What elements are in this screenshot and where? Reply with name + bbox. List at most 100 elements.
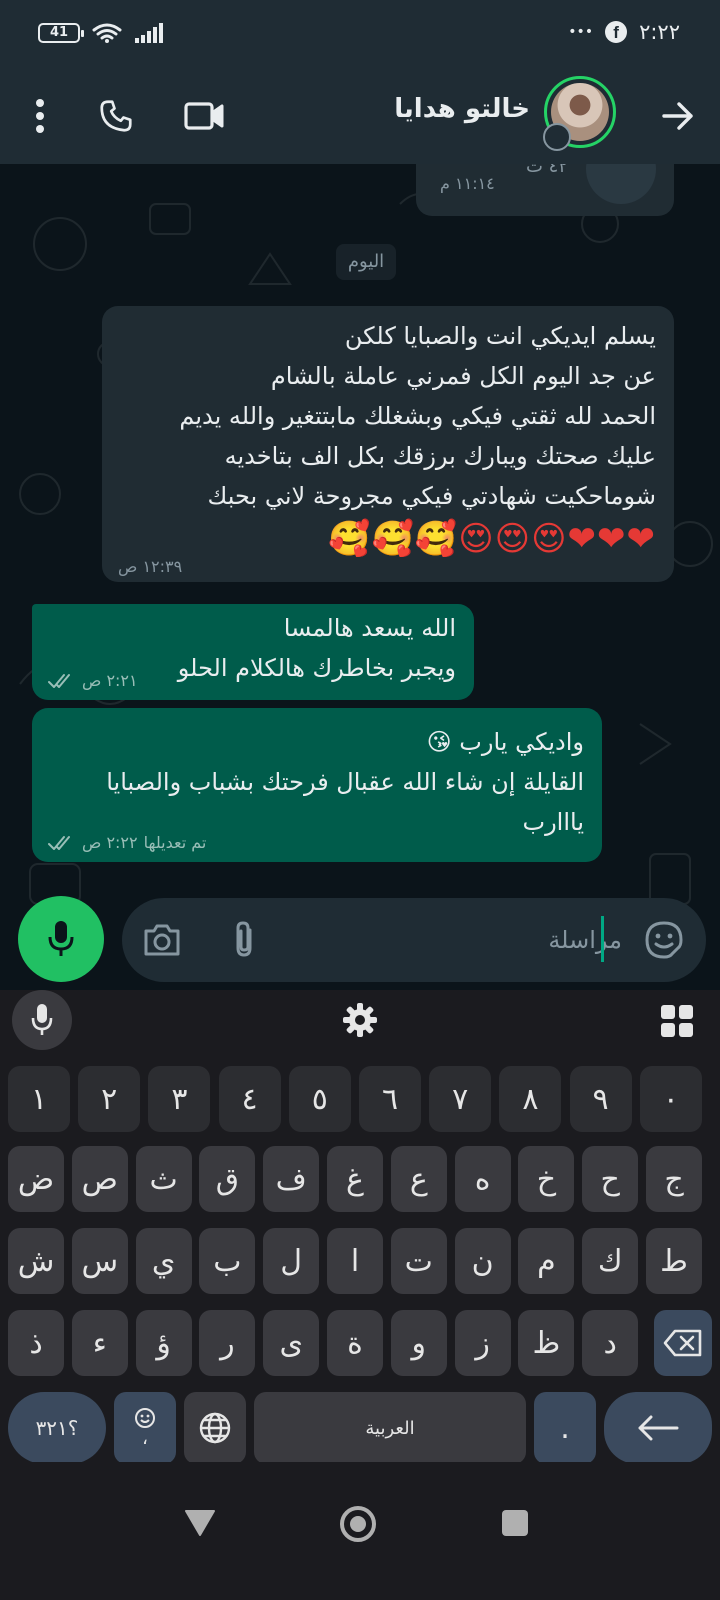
apps-grid-icon[interactable] [660, 1004, 694, 1038]
message-input[interactable] [322, 920, 622, 960]
voice-message-bubble[interactable]: ٤٢ ث ١١:١٤ م [416, 164, 674, 216]
key-digit[interactable]: ٩ [569, 1066, 632, 1132]
message-time: ٢:٢١ ص [82, 671, 138, 690]
key-letter[interactable]: ض [8, 1146, 64, 1212]
key-letter[interactable]: م [518, 1228, 575, 1294]
edited-label: تم تعديلها [143, 833, 207, 852]
double-check-icon [48, 673, 70, 688]
camera-icon[interactable] [142, 923, 182, 957]
home-circle-icon[interactable] [338, 1504, 378, 1544]
language-key[interactable] [184, 1392, 246, 1464]
menu-button[interactable] [12, 88, 68, 144]
video-call-button[interactable] [176, 88, 232, 144]
voice-avatar-circle [586, 164, 656, 204]
key-letter[interactable]: ب [199, 1228, 256, 1294]
key-letter[interactable]: غ [327, 1146, 383, 1212]
symbols-key[interactable]: ؟٣٢١ [8, 1392, 106, 1464]
key-letter[interactable]: ع [390, 1146, 447, 1212]
chat-area[interactable]: ٤٢ ث ١١:١٤ م اليوم يسلم ايديكي انت والصب… [0, 164, 720, 990]
facebook-icon: f [605, 21, 628, 43]
key-letter[interactable]: ذ [8, 1310, 64, 1376]
message-line: عليك صحتك ويبارك برزقك بكل الف بتاخديه [224, 442, 656, 470]
key-digit[interactable]: ٠ [639, 1066, 702, 1132]
message-bubble-outgoing[interactable]: واديكي يارب 😘 القايلة إن شاء الله عقبال … [32, 708, 602, 862]
enter-key[interactable] [604, 1392, 712, 1464]
key-letter[interactable]: ه [454, 1146, 511, 1212]
emoji-key[interactable]: ، [114, 1392, 176, 1464]
voice-typing-button[interactable] [12, 990, 72, 1050]
key-letter[interactable]: ش [8, 1228, 64, 1294]
key-letter[interactable]: ك [582, 1228, 639, 1294]
key-letter[interactable]: ء [71, 1310, 128, 1376]
message-bubble-outgoing[interactable]: الله يسعد هالمسا ويجبر بخاطرك هالكلام ال… [32, 604, 474, 700]
system-navigation-bar [0, 1462, 720, 1600]
voice-time: ١١:١٤ م [440, 174, 495, 193]
back-triangle-icon[interactable] [183, 1508, 217, 1538]
arrow-right-icon [662, 102, 693, 130]
recents-square-icon[interactable] [500, 1508, 530, 1538]
key-letter[interactable]: ج [646, 1146, 702, 1212]
message-line: القايلة إن شاء الله عقبال فرحتك بشباب وا… [106, 768, 584, 796]
key-digit[interactable]: ١ [8, 1066, 70, 1132]
backspace-icon [663, 1329, 702, 1357]
message-time: ٢:٢٢ ص [82, 833, 138, 852]
key-letter[interactable]: ص [71, 1146, 128, 1212]
status-ring-badge [543, 123, 571, 151]
message-line: واديكي يارب 😘 [426, 728, 584, 756]
signal-icon [135, 23, 163, 43]
key-letter[interactable]: ط [646, 1228, 702, 1294]
sticker-icon[interactable] [644, 920, 684, 960]
key-letter[interactable]: س [71, 1228, 128, 1294]
message-meta: ٢:٢١ ص [48, 671, 138, 690]
key-letter[interactable]: ى [263, 1310, 320, 1376]
contact-name[interactable]: خالتو هدايا [394, 94, 530, 124]
space-bar[interactable]: العربية [254, 1392, 526, 1464]
text-caret [601, 916, 604, 962]
key-digit[interactable]: ٣ [148, 1066, 211, 1132]
phone-icon [100, 100, 132, 132]
message-bubble-incoming[interactable]: يسلم ايديكي انت والصبايا كلكن عن جد اليو… [102, 306, 674, 582]
compose-bar [122, 898, 706, 982]
key-letter[interactable]: خ [518, 1146, 575, 1212]
period-key[interactable]: . [534, 1392, 596, 1464]
key-letter[interactable]: ق [199, 1146, 256, 1212]
backspace-key[interactable] [654, 1310, 712, 1376]
chat-header: خالتو هدايا [0, 66, 720, 164]
key-letter[interactable]: ف [263, 1146, 320, 1212]
voice-call-button[interactable] [88, 88, 144, 144]
battery-icon: 41 [38, 23, 84, 43]
status-left-group: 41 [38, 22, 166, 44]
keyboard-toolbar [0, 990, 720, 1066]
key-letter[interactable]: و [390, 1310, 447, 1376]
back-button[interactable] [650, 88, 706, 144]
emoji-key-sub: ، [142, 1428, 148, 1449]
key-digit[interactable]: ٢ [78, 1066, 141, 1132]
key-letter[interactable]: ز [454, 1310, 511, 1376]
key-letter[interactable]: ث [135, 1146, 192, 1212]
key-digit[interactable]: ٨ [499, 1066, 562, 1132]
key-digit[interactable]: ٦ [359, 1066, 421, 1132]
key-letter[interactable]: ن [454, 1228, 511, 1294]
key-letter[interactable]: ر [199, 1310, 256, 1376]
keyboard: ١٢٣٤٥٦٧٨٩٠ ضصثقفغعهخحج شسيبلاتنمكط ذءؤرىةوز… [0, 990, 720, 1464]
key-digit[interactable]: ٥ [288, 1066, 351, 1132]
key-letter[interactable]: ت [390, 1228, 447, 1294]
key-letter[interactable]: ل [263, 1228, 320, 1294]
message-line: شوماحكيت شهادتي فيكي مجروحة لاني بحبك [207, 482, 656, 510]
key-letter[interactable]: ي [135, 1228, 192, 1294]
key-digit[interactable]: ٧ [429, 1066, 492, 1132]
key-letter[interactable]: ا [327, 1228, 383, 1294]
key-letter[interactable]: ؤ [135, 1310, 192, 1376]
key-digit[interactable]: ٤ [218, 1066, 281, 1132]
message-emoji-line: ❤❤❤😍😍😍🥰🥰🥰 [328, 519, 656, 559]
voice-record-button[interactable] [18, 896, 104, 982]
key-letter[interactable]: د [582, 1310, 639, 1376]
settings-gear-icon[interactable] [342, 1002, 378, 1038]
message-line: يسلم ايديكي انت والصبايا كلكن [344, 322, 656, 350]
contact-avatar[interactable] [543, 76, 616, 151]
key-letter[interactable]: ظ [518, 1310, 575, 1376]
attach-icon[interactable] [230, 920, 260, 960]
key-letter[interactable]: ح [582, 1146, 639, 1212]
video-camera-icon [184, 102, 224, 130]
key-letter[interactable]: ة [327, 1310, 383, 1376]
